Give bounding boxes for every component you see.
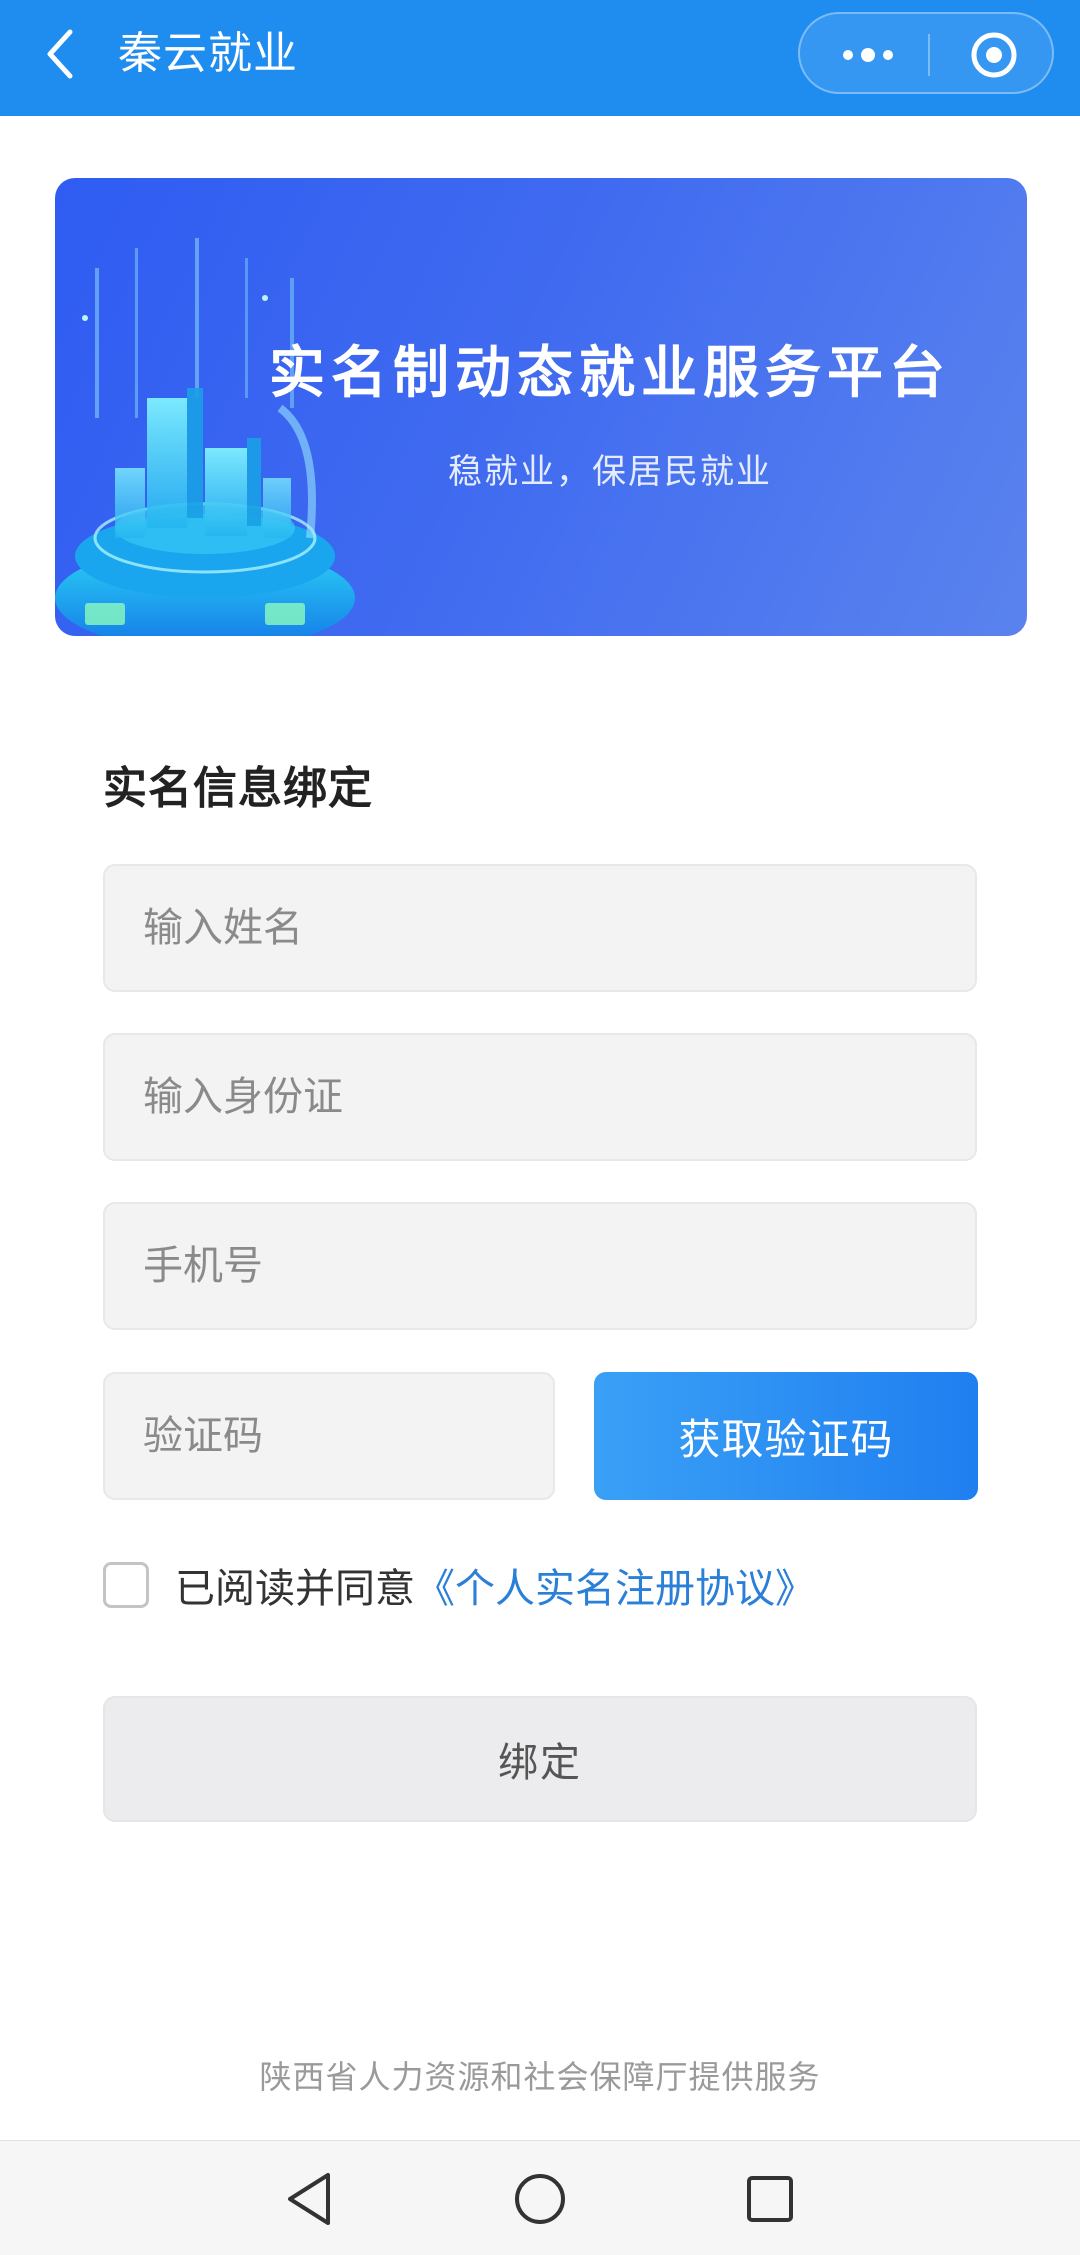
agreement-checkbox[interactable] <box>103 1562 149 1608</box>
section-title: 实名信息绑定 <box>103 763 373 814</box>
get-code-button[interactable]: 获取验证码 <box>594 1372 978 1500</box>
banner-subtitle: 稳就业，保居民就业 <box>448 452 772 492</box>
more-button[interactable] <box>820 20 916 90</box>
phone-input[interactable] <box>143 1204 975 1328</box>
top-bar: 秦云就业 <box>0 0 1080 116</box>
close-mini-program-button[interactable] <box>946 20 1042 90</box>
phone-field <box>103 1202 977 1330</box>
agreement-text: 已阅读并同意 <box>175 1566 415 1612</box>
footer-credit: 陕西省人力资源和社会保障厅提供服务 <box>259 2058 821 2096</box>
banner-title: 实名制动态就业服务平台 <box>269 341 951 406</box>
name-field <box>103 864 977 992</box>
square-recent-icon <box>747 2176 793 2222</box>
verification-code-input[interactable] <box>143 1374 553 1498</box>
hero-banner: 实名制动态就业服务平台 稳就业，保居民就业 <box>55 178 1027 636</box>
back-button[interactable] <box>28 18 92 90</box>
name-input[interactable] <box>143 866 975 990</box>
agreement-link[interactable]: 《个人实名注册协议》 <box>415 1556 815 1614</box>
system-nav-bar <box>0 2140 1080 2255</box>
data-platform-illustration <box>55 238 355 636</box>
nav-recent-button[interactable] <box>725 2159 815 2239</box>
more-dots-icon <box>843 48 893 62</box>
nav-home-button[interactable] <box>495 2159 585 2239</box>
target-icon <box>971 32 1017 78</box>
triangle-back-icon <box>288 2173 330 2225</box>
verification-code-field <box>103 1372 555 1500</box>
page: 秦云就业 实名制动态就业服务平台 稳就业，保居民就业 实名信息绑定 输入姓名 输… <box>0 0 1080 2255</box>
circle-home-icon <box>515 2174 565 2224</box>
app-title: 秦云就业 <box>118 28 298 79</box>
id-card-input[interactable] <box>143 1035 975 1159</box>
bind-button[interactable]: 绑定 <box>103 1696 977 1822</box>
capsule-divider <box>928 34 930 76</box>
mini-program-capsule <box>798 12 1054 94</box>
chevron-left-icon <box>47 29 73 79</box>
nav-back-button[interactable] <box>264 2159 354 2239</box>
agreement-row: 已阅读并同意 《个人实名注册协议》 <box>103 1558 815 1612</box>
id-card-field <box>103 1033 977 1161</box>
